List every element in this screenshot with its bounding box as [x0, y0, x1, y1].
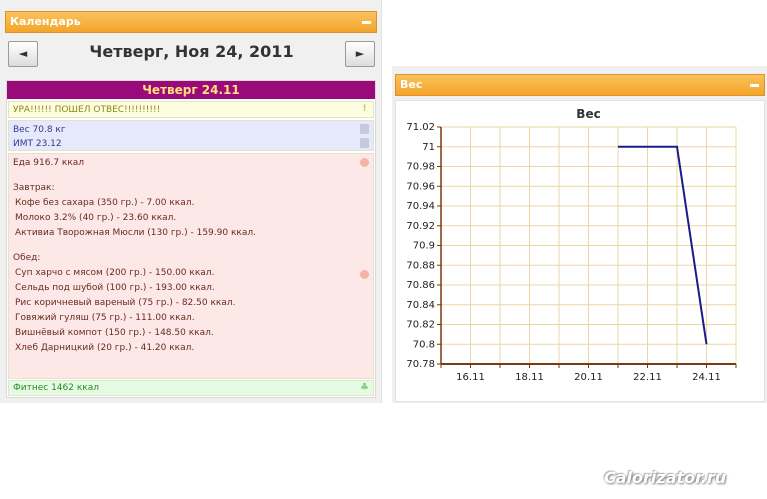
weight-chart: Вес 71.02 71 70.98 70.96 70.94 70.92 70.9 70.88 7… [395, 100, 765, 402]
note-text: УРА!!!!!! ПОШЕЛ ОТВЕС!!!!!!!!!! [13, 105, 161, 115]
site-watermark: Calorizator.ru [604, 468, 727, 487]
x-tick-label: 16.11 [456, 372, 485, 383]
weight-panel-header: Вес [395, 74, 765, 96]
y-tick-label: 70.98 [406, 162, 435, 173]
weight-section[interactable]: Вес 70.8 кг ИМТ 23.12 [8, 120, 374, 151]
calendar-panel-header: Календарь [5, 11, 377, 33]
weight-panel-title: Вес [400, 78, 423, 91]
food-item: Кофе без сахара (350 гр.) - 7.00 ккал. [15, 198, 195, 208]
weight-chart-svg: Вес 71.02 71 70.98 70.96 70.94 70.92 70.9 70.88 7… [406, 107, 737, 383]
scale-icon [360, 138, 369, 148]
calendar-panel: Календарь ◄ Четверг, Ноя 24, 2011 ► Четв… [0, 0, 382, 403]
y-tick-label: 70.96 [406, 181, 435, 192]
exclamation-icon: ! [362, 104, 367, 114]
weight-value: Вес 70.8 кг [13, 125, 66, 135]
bmi-value: ИМТ 23.12 [13, 139, 62, 149]
food-total: Еда 916.7 ккал [13, 158, 85, 168]
food-item: Суп харчо с мясом (200 гр.) - 150.00 кка… [15, 268, 215, 278]
y-tick-label: 70.78 [406, 359, 435, 370]
y-tick-label: 70.9 [413, 241, 435, 252]
day-details: Четверг 24.11 УРА!!!!!! ПОШЕЛ ОТВЕС!!!!!… [6, 80, 376, 398]
x-tick-label: 22.11 [633, 372, 662, 383]
food-item: Молоко 3.2% (40 гр.) - 23.60 ккал. [15, 213, 177, 223]
calendar-panel-title: Календарь [10, 15, 81, 28]
food-item: Рис коричневый вареный (75 гр.) - 82.50 … [15, 298, 236, 308]
y-tick-label: 71.02 [406, 122, 435, 133]
next-day-button[interactable]: ► [345, 41, 375, 67]
date-navigation: ◄ Четверг, Ноя 24, 2011 ► [6, 41, 377, 69]
x-tick-label: 24.11 [692, 372, 721, 383]
day-header: Четверг 24.11 [7, 81, 375, 99]
day-note[interactable]: УРА!!!!!! ПОШЕЛ ОТВЕС!!!!!!!!!! ! [8, 101, 374, 118]
x-tick-label: 18.11 [515, 372, 544, 383]
previous-day-button[interactable]: ◄ [8, 41, 38, 67]
food-item: Говяжий гуляш (75 гр.) - 111.00 ккал. [15, 313, 195, 323]
fitness-value: Фитнес 1462 ккал [13, 383, 99, 393]
current-date-title: Четверг, Ноя 24, 2011 [89, 42, 294, 61]
y-tick-label: 70.84 [406, 300, 435, 311]
food-item: Активиа Творожная Мюсли (130 гр.) - 159.… [15, 228, 256, 238]
apple-icon [360, 158, 369, 167]
y-tick-label: 70.94 [406, 201, 435, 212]
minimize-icon[interactable] [362, 21, 371, 24]
fitness-section[interactable]: Фитнес 1462 ккал ♣ [8, 380, 374, 396]
food-item: Сельдь под шубой (100 гр.) - 193.00 ккал… [15, 283, 215, 293]
scale-icon [360, 124, 369, 134]
y-tick-label: 70.88 [406, 260, 435, 271]
weight-panel: Вес Вес 71.02 71 70.98 70.96 70.94 70.92 70.9 70… [392, 66, 767, 403]
food-item: Вишнёвый компот (150 гр.) - 148.50 ккал. [15, 328, 214, 338]
apple-icon [360, 270, 369, 279]
food-item: Хлеб Дарницкий (20 гр.) - 41.20 ккал. [15, 343, 195, 353]
y-tick-label: 70.82 [406, 320, 435, 331]
y-tick-label: 71 [422, 142, 435, 153]
meal-title: Обед: [13, 253, 41, 263]
x-tick-label: 20.11 [574, 372, 603, 383]
minimize-icon[interactable] [750, 84, 759, 87]
y-tick-label: 70.92 [406, 221, 435, 232]
fitness-icon: ♣ [360, 382, 369, 393]
y-tick-label: 70.8 [413, 339, 435, 350]
y-tick-label: 70.86 [406, 280, 435, 291]
meal-title: Завтрак: [13, 183, 55, 193]
screen: Календарь ◄ Четверг, Ноя 24, 2011 ► Четв… [0, 0, 767, 499]
food-section[interactable]: Еда 916.7 ккал Завтрак: Кофе без сахара … [8, 153, 374, 379]
chart-title: Вес [576, 107, 600, 121]
